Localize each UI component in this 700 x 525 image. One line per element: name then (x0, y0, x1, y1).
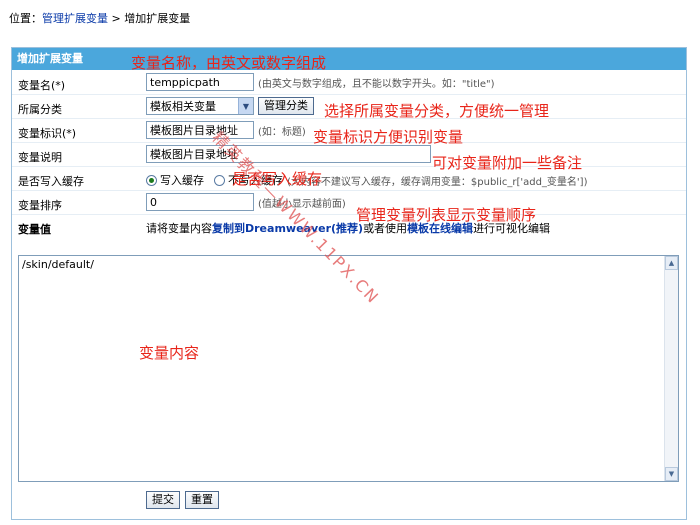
annotation-category: 选择所属变量分类，方便统一管理 (324, 102, 550, 120)
annotation-var-name: 变量名称，由英文或数字组成 (131, 54, 327, 72)
var-name-input[interactable] (146, 73, 254, 91)
cache-yes-radio[interactable]: 写入缓存 (146, 172, 204, 188)
var-value-content: /skin/default/ (22, 258, 94, 271)
var-value-textarea[interactable]: /skin/default/ ▲ ▼ (18, 255, 679, 482)
scroll-up-icon[interactable]: ▲ (665, 256, 678, 270)
var-title-input[interactable] (146, 121, 254, 139)
radio-checked-icon[interactable] (146, 174, 157, 186)
annotation-content: 变量内容 (139, 344, 200, 362)
row-var-value: 变量值 请将变量内容 复制到Dreamweaver(推荐) 或者使用 模板在线编辑 进行… (12, 215, 686, 239)
order-label: 变量排序 (18, 199, 62, 212)
var-desc-input[interactable] (146, 145, 431, 163)
var-name-hint: (由英文与数字组成，且不能以数字开头。如："title") (258, 78, 495, 90)
cache-hint: (大内容不建议写入缓存，缓存调用变量：$public_r['add_变量名']) (287, 176, 588, 188)
chevron-down-icon[interactable]: ▼ (238, 98, 253, 114)
annotation-order: 管理变量列表显示变量顺序 (356, 206, 537, 224)
order-input[interactable] (146, 193, 254, 211)
category-select[interactable]: 模板相关变量 ▼ (146, 97, 254, 115)
row-var-name: 变量名(*) (由英文与数字组成，且不能以数字开头。如："title") (12, 71, 686, 95)
submit-button[interactable]: 提交 (146, 491, 180, 509)
var-desc-label: 变量说明 (18, 151, 62, 164)
category-selected-value: 模板相关变量 (150, 100, 216, 113)
breadcrumb-prefix: 位置： (9, 12, 42, 25)
panel-title: 增加扩展变量 (12, 48, 686, 70)
var-title-hint: (如：标题) (258, 126, 306, 138)
var-value-note-pre: 请将变量内容 (146, 222, 212, 235)
annotation-var-desc: 可对变量附加一些备注 (432, 154, 583, 172)
row-cache: 是否写入缓存 写入缓存 不写入缓存 (大内容不建议写入缓存，缓存调用变量：$pu… (12, 167, 686, 191)
breadcrumb-current: 增加扩展变量 (124, 12, 191, 25)
form-actions: 提交 重置 (146, 491, 219, 509)
manage-category-button[interactable]: 管理分类 (258, 97, 314, 115)
cache-yes-label: 写入缓存 (160, 174, 204, 187)
radio-unchecked-icon[interactable] (214, 174, 225, 186)
category-label: 所属分类 (18, 103, 62, 116)
breadcrumb-link-manage-vars[interactable]: 管理扩展变量 (42, 12, 108, 25)
var-value-label: 变量值 (18, 223, 51, 236)
var-title-label: 变量标识(*) (18, 127, 77, 140)
scroll-down-icon[interactable]: ▼ (665, 467, 678, 481)
textarea-scrollbar[interactable]: ▲ ▼ (664, 256, 678, 481)
row-order: 变量排序 (值越小显示越前面) (12, 191, 686, 215)
annotation-var-title: 变量标识方便识别变量 (313, 128, 464, 146)
reset-button[interactable]: 重置 (185, 491, 219, 509)
breadcrumb: 位置：管理扩展变量 > 增加扩展变量 (9, 10, 190, 26)
cache-label: 是否写入缓存 (18, 175, 84, 188)
breadcrumb-separator: > (108, 12, 125, 25)
var-name-label: 变量名(*) (18, 79, 66, 92)
